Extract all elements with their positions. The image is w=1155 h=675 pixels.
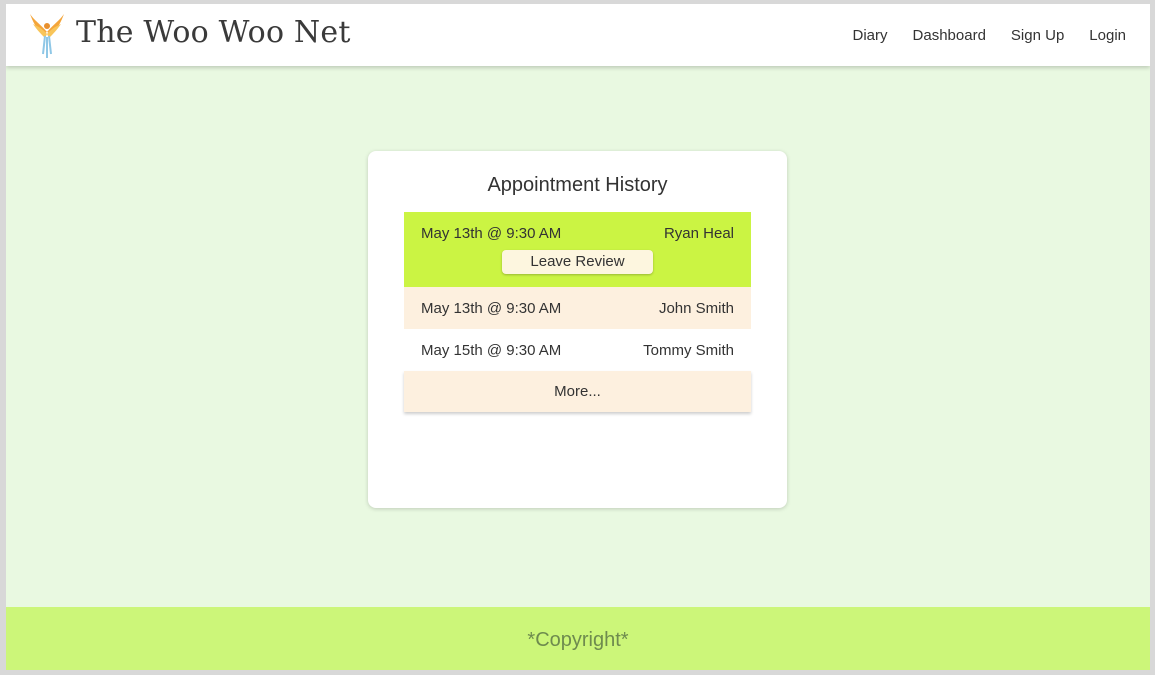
phoenix-logo-icon[interactable] <box>28 10 66 60</box>
appointment-date: May 13th @ 9:30 AM <box>421 225 562 242</box>
main-nav: Diary Dashboard Sign Up Login <box>853 27 1126 44</box>
appointment-row-selected[interactable]: May 13th @ 9:30 AM Ryan Heal Leave Revie… <box>404 212 751 287</box>
appointment-practitioner: Ryan Heal <box>663 225 734 242</box>
appointment-row[interactable]: May 15th @ 9:30 AM Tommy Smith <box>404 329 751 371</box>
nav-link-sign-up[interactable]: Sign Up <box>1011 27 1064 44</box>
appointment-list: May 13th @ 9:30 AM Ryan Heal Leave Revie… <box>404 212 751 412</box>
top-header: The Woo Woo Net Diary Dashboard Sign Up … <box>6 4 1150 66</box>
card-title: Appointment History <box>487 174 668 196</box>
copyright-text: *Copyright* <box>527 629 629 651</box>
appointment-practitioner: John Smith <box>658 300 734 317</box>
brand-title[interactable]: The Woo Woo Net <box>76 15 351 50</box>
leave-review-button[interactable]: Leave Review <box>502 250 653 274</box>
appointment-date: May 15th @ 9:30 AM <box>421 342 562 359</box>
appointment-date: May 13th @ 9:30 AM <box>421 300 562 317</box>
appointment-practitioner: Tommy Smith <box>643 342 734 359</box>
page: The Woo Woo Net Diary Dashboard Sign Up … <box>6 4 1150 670</box>
nav-link-diary[interactable]: Diary <box>853 27 888 44</box>
footer: *Copyright* <box>6 607 1150 670</box>
appointment-row[interactable]: May 13th @ 9:30 AM John Smith <box>404 287 751 329</box>
appointment-history-card: Appointment History May 13th @ 9:30 AM R… <box>368 151 787 508</box>
nav-link-dashboard[interactable]: Dashboard <box>913 27 986 44</box>
more-button[interactable]: More... <box>404 371 751 412</box>
nav-link-login[interactable]: Login <box>1089 27 1126 44</box>
